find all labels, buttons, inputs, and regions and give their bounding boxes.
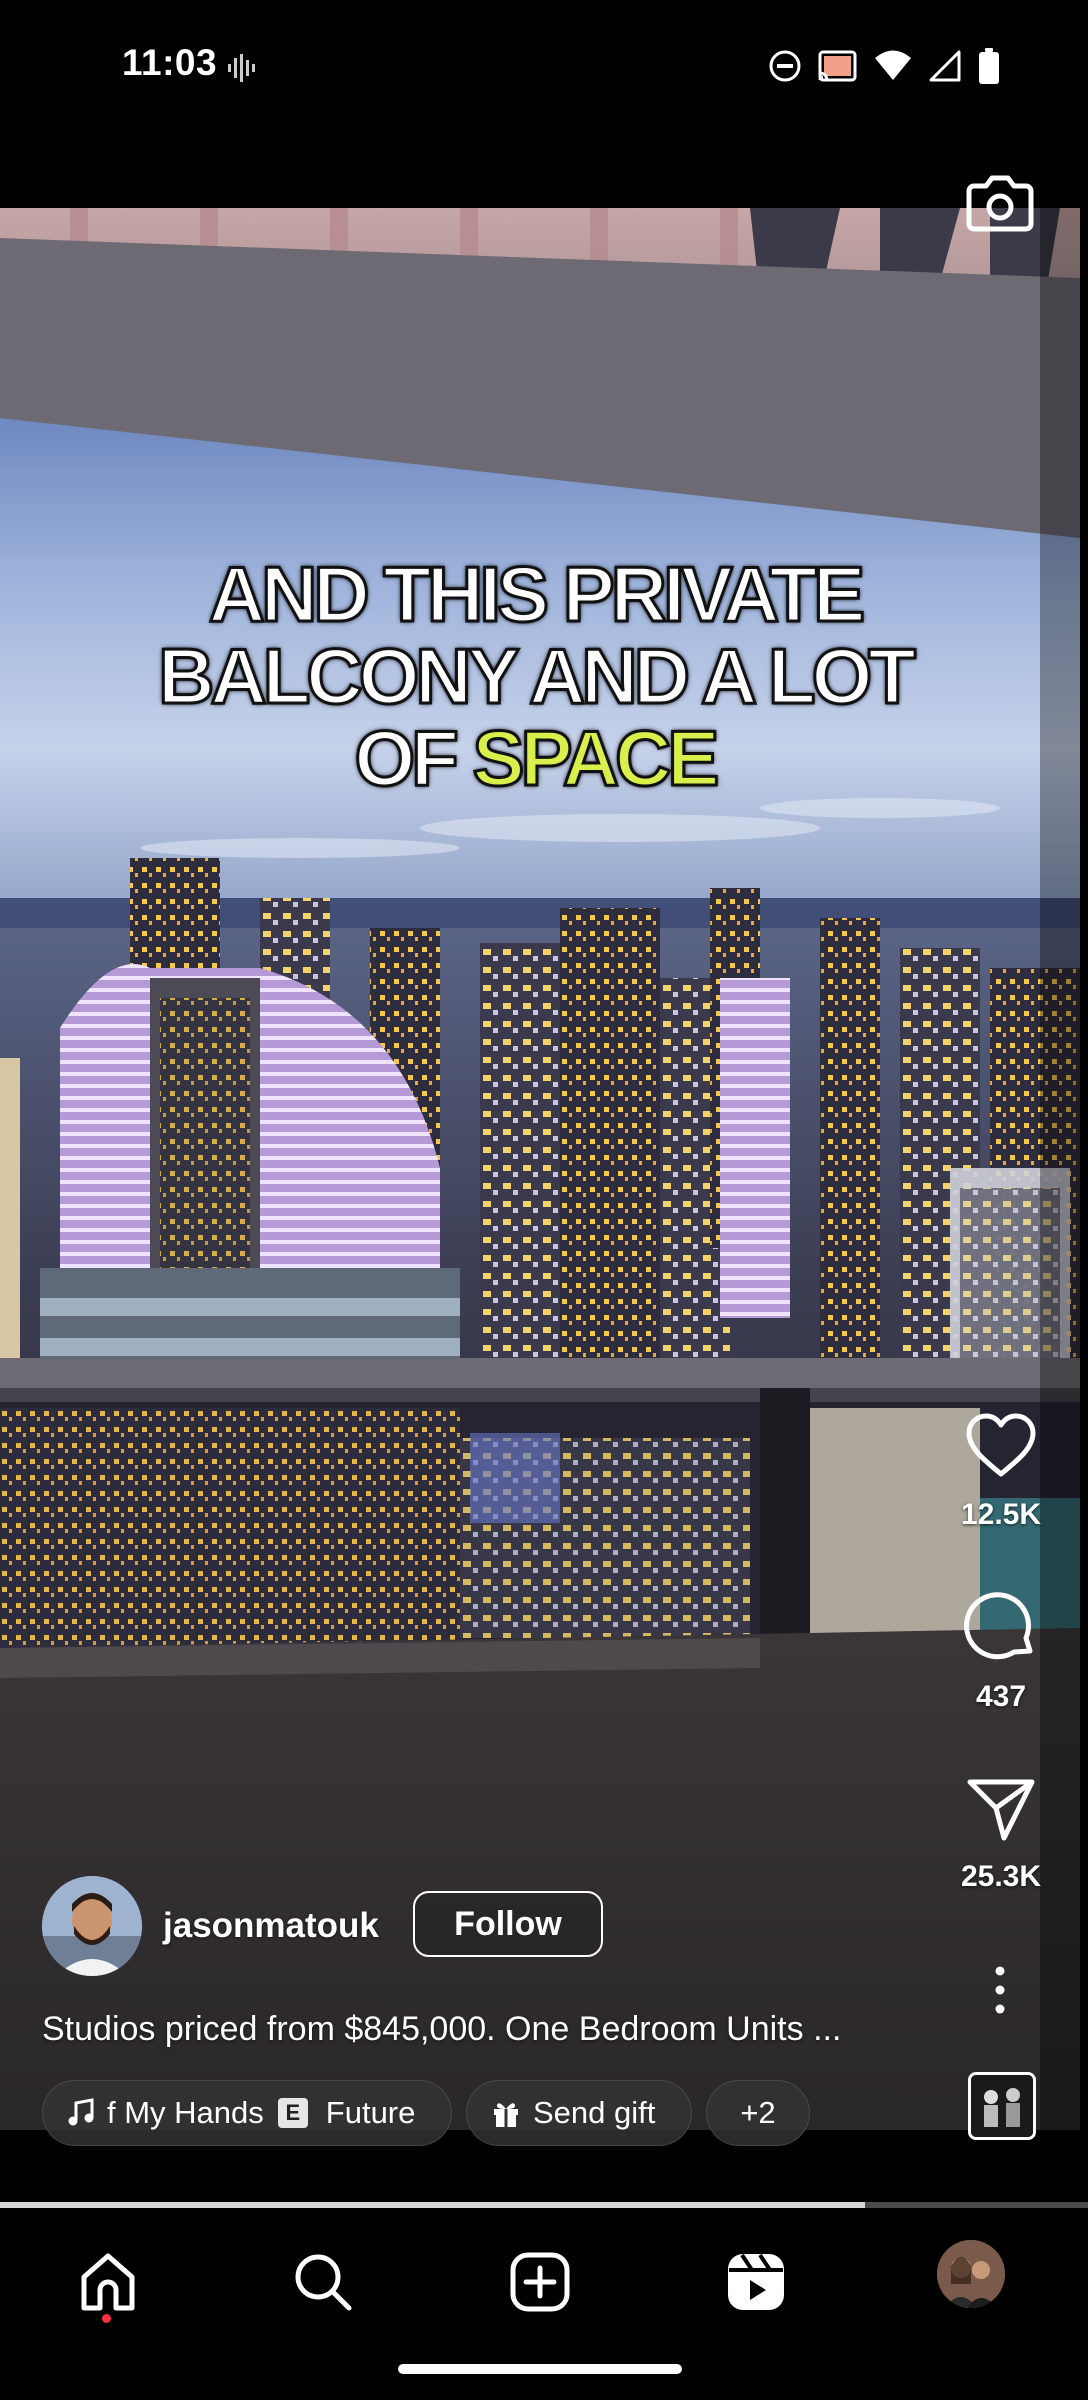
like-count: 12.5K xyxy=(960,1498,1042,1531)
send-icon xyxy=(967,1779,1035,1841)
nav-reels[interactable] xyxy=(718,2244,794,2320)
overlay-line-3-plain: OF xyxy=(353,714,473,802)
cast-icon xyxy=(818,50,857,82)
video-frame-image xyxy=(0,208,1080,2130)
reel-video[interactable]: AND THIS PRIVATE BALCONY AND A LOT OF SP… xyxy=(0,208,1080,2130)
more-chips-button[interactable]: +2 xyxy=(706,2080,810,2146)
home-icon xyxy=(81,2253,135,2311)
share-count: 25.3K xyxy=(960,1860,1042,1893)
author-avatar[interactable] xyxy=(42,1876,142,1976)
gift-icon xyxy=(494,2103,518,2127)
search-icon xyxy=(295,2254,352,2311)
post-caption[interactable]: Studios priced from $845,000. One Bedroo… xyxy=(42,2010,922,2049)
follow-button[interactable]: Follow xyxy=(413,1891,603,1957)
music-title: f My Hands xyxy=(107,2095,264,2130)
status-icons xyxy=(768,46,1000,86)
nav-home[interactable] xyxy=(70,2244,146,2320)
audio-cover-image xyxy=(971,2075,1033,2137)
nav-search[interactable] xyxy=(285,2244,361,2320)
reels-icon xyxy=(728,2253,784,2310)
status-time: 11:03 xyxy=(122,42,218,83)
voice-activity-icon xyxy=(228,54,255,82)
do-not-disturb-icon xyxy=(769,50,801,82)
like-button[interactable]: 12.5K xyxy=(941,1410,1061,1532)
share-button[interactable]: 25.3K xyxy=(941,1772,1061,1894)
battery-icon xyxy=(979,48,999,84)
home-gesture-indicator[interactable] xyxy=(398,2364,682,2374)
comment-icon xyxy=(964,1592,1033,1660)
heart-icon xyxy=(966,1413,1036,1477)
overlay-highlight-word: SPACE xyxy=(471,714,721,802)
overlay-line-3: OF SPACE xyxy=(100,714,970,802)
music-artist: Future xyxy=(325,2095,416,2130)
comment-count: 437 xyxy=(975,1680,1027,1713)
video-text-overlay: AND THIS PRIVATE BALCONY AND A LOT OF SP… xyxy=(100,550,970,802)
overlay-line-2: BALCONY AND A LOT xyxy=(157,632,918,720)
music-note-icon xyxy=(68,2098,94,2126)
comment-button[interactable]: 437 xyxy=(941,1592,1061,1714)
more-chips-label: +2 xyxy=(740,2095,776,2130)
author-avatar-image xyxy=(42,1876,142,1976)
status-bar: 11:03 xyxy=(0,0,1088,130)
audio-thumbnail[interactable] xyxy=(968,2072,1036,2140)
send-gift-chip[interactable]: Send gift xyxy=(466,2080,692,2146)
camera-icon[interactable] xyxy=(966,170,1034,234)
nav-profile[interactable] xyxy=(937,2240,1005,2308)
nav-create[interactable] xyxy=(502,2244,578,2320)
author-username[interactable]: jasonmatouk xyxy=(163,1906,379,1946)
wifi-icon xyxy=(875,50,911,80)
music-chip[interactable]: f My Hands E Future xyxy=(42,2080,452,2146)
create-icon xyxy=(510,2252,570,2312)
overlay-line-1: AND THIS PRIVATE xyxy=(207,550,866,638)
send-gift-label: Send gift xyxy=(533,2095,656,2130)
profile-avatar-image xyxy=(937,2240,1005,2308)
instagram-reel-screen: 11:03 AND THIS PRIVATE BALCONY AND A LOT… xyxy=(0,0,1088,2400)
signal-icon xyxy=(929,50,961,82)
home-notification-dot xyxy=(102,2314,111,2323)
explicit-badge: E xyxy=(277,2098,308,2128)
more-options-icon[interactable] xyxy=(982,1962,1018,2018)
